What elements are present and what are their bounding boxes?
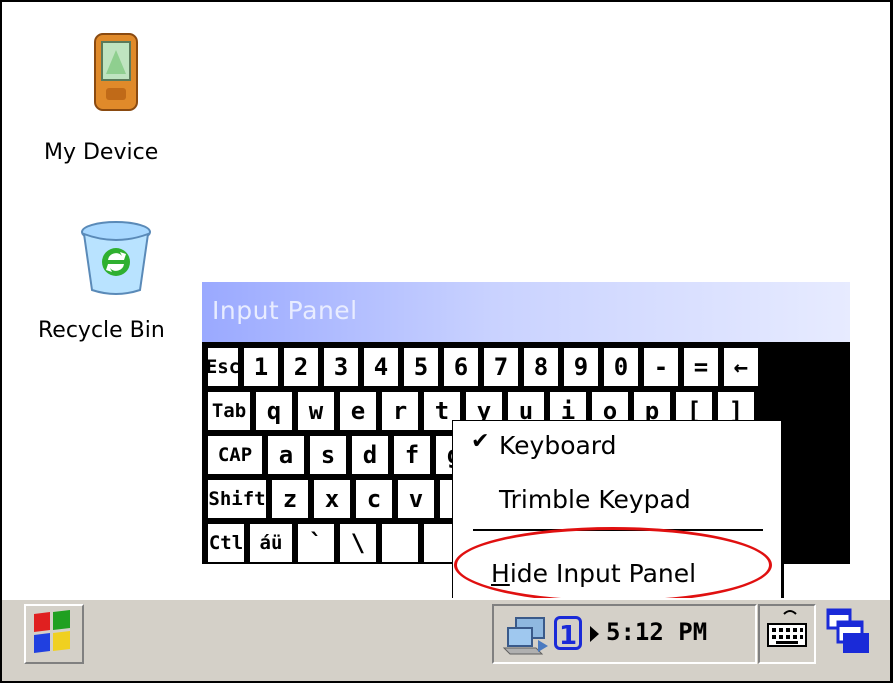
key-r[interactable]: r — [380, 390, 420, 432]
key-e[interactable]: e — [338, 390, 378, 432]
menu-item-hide-label: Hide Input Panel — [491, 559, 696, 588]
key-v[interactable]: v — [396, 478, 436, 520]
key-1[interactable]: 1 — [242, 346, 280, 388]
key-sym[interactable]: ` — [296, 522, 336, 564]
key-8[interactable]: 8 — [522, 346, 560, 388]
input-panel-context-menu: ✔ Keyboard Trimble Keypad Hide Input Pan… — [452, 420, 782, 603]
key-3[interactable]: 3 — [322, 346, 360, 388]
input-panel-toggle-button[interactable] — [758, 604, 816, 664]
hide-label-rest: ide Input Panel — [509, 559, 697, 588]
key-Shift[interactable]: Shift — [206, 478, 268, 520]
accelerator-h: H — [491, 559, 510, 588]
key-c[interactable]: c — [354, 478, 394, 520]
key-space[interactable] — [380, 522, 420, 564]
input-mode-indicator[interactable]: 1 — [554, 616, 582, 651]
input-panel-title-bar: Input Panel — [202, 282, 850, 342]
keyboard-icon — [767, 610, 807, 647]
show-desktop-icon — [826, 608, 869, 653]
key-z[interactable]: z — [270, 478, 310, 520]
key-f[interactable]: f — [392, 434, 432, 476]
key-9[interactable]: 9 — [562, 346, 600, 388]
play-arrow-icon — [590, 626, 599, 642]
key-Tab[interactable]: Tab — [206, 390, 252, 432]
key-6[interactable]: 6 — [442, 346, 480, 388]
recycle-bin-icon-wrap[interactable] — [78, 218, 154, 296]
key-Esc[interactable]: Esc — [206, 346, 240, 388]
key-7[interactable]: 7 — [482, 346, 520, 388]
checkmark-icon: ✔ — [471, 429, 490, 454]
network-computer-icon[interactable] — [502, 614, 550, 656]
key-CAP[interactable]: CAP — [206, 434, 264, 476]
key-sym[interactable]: = — [682, 346, 720, 388]
key-0[interactable]: 0 — [602, 346, 640, 388]
start-button[interactable] — [24, 604, 84, 664]
menu-item-hide-input-panel[interactable]: Hide Input Panel — [453, 551, 783, 595]
menu-item-keyboard-label: Keyboard — [499, 431, 617, 460]
my-device-icon[interactable] — [92, 32, 142, 114]
clock[interactable]: 5:12 PM — [606, 618, 707, 646]
key-w[interactable]: w — [296, 390, 336, 432]
key-sym[interactable]: - — [642, 346, 680, 388]
input-panel-title: Input Panel — [212, 296, 358, 325]
handheld-device-icon — [94, 33, 138, 111]
key-Ctl[interactable]: Ctl — [206, 522, 246, 564]
key-sym[interactable]: áü — [248, 522, 294, 564]
my-device-label: My Device — [44, 140, 159, 165]
menu-item-trimble-keypad-label: Trimble Keypad — [499, 485, 691, 514]
menu-separator — [473, 529, 763, 531]
key-x[interactable]: x — [312, 478, 352, 520]
taskbar: 1 5:12 PM — [2, 598, 890, 681]
key-5[interactable]: 5 — [402, 346, 440, 388]
show-desktop-button[interactable] — [822, 604, 882, 664]
key-sym[interactable]: \ — [338, 522, 378, 564]
recycle-bin-label: Recycle Bin — [38, 318, 165, 343]
key-d[interactable]: d — [350, 434, 390, 476]
system-tray: 1 5:12 PM — [492, 604, 757, 664]
menu-item-trimble-keypad[interactable]: Trimble Keypad — [453, 477, 783, 521]
key-sym[interactable]: ← — [722, 346, 760, 388]
key-a[interactable]: a — [266, 434, 306, 476]
windows-flag-icon — [34, 610, 70, 653]
key-q[interactable]: q — [254, 390, 294, 432]
menu-item-keyboard[interactable]: ✔ Keyboard — [453, 423, 783, 467]
key-2[interactable]: 2 — [282, 346, 320, 388]
recycle-bin-icon — [81, 221, 151, 295]
key-s[interactable]: s — [308, 434, 348, 476]
key-4[interactable]: 4 — [362, 346, 400, 388]
